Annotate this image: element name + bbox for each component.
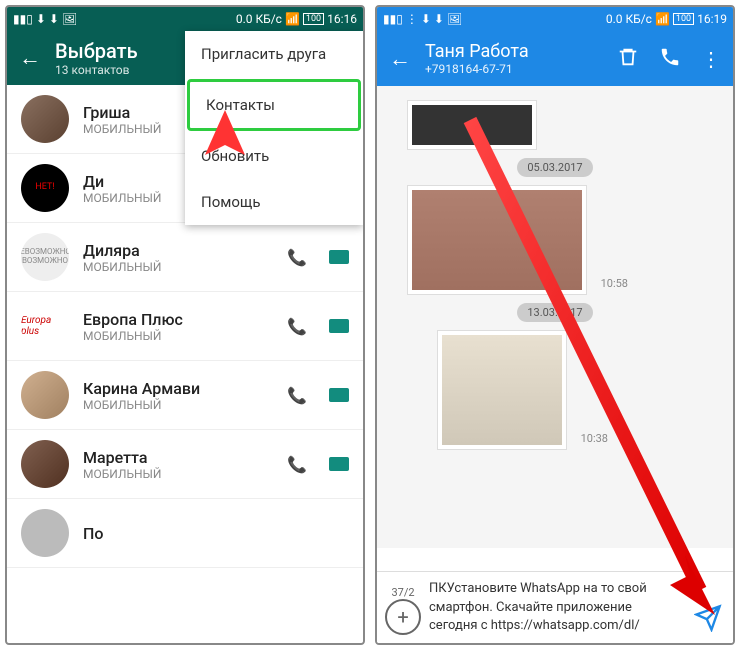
contact-type: МОБИЛЬНЫЙ (83, 467, 273, 481)
chat-body: 05.03.2017 10:58 13.03.2017 10:38 (377, 86, 733, 548)
messenger-screen: ▮▮▯ ⋮ ⬇ ⬇ 🖼 0.0 КБ/с 📶 100 16:19 ← Таня … (375, 5, 735, 645)
call-icon[interactable]: 📞 (287, 455, 307, 474)
download-icon: ⬇ (49, 12, 59, 26)
video-icon[interactable] (329, 388, 349, 402)
menu-refresh[interactable]: Обновить (185, 133, 363, 179)
contact-type: МОБИЛЬНЫЙ (83, 329, 273, 343)
menu-dots-icon[interactable]: ⋮ (701, 47, 721, 71)
contact-name: Маретта (83, 448, 273, 467)
menu-invite[interactable]: Пригласить друга (185, 31, 363, 77)
avatar (21, 95, 69, 143)
avatar (21, 440, 69, 488)
signal-icon: ▮▮▯ (383, 12, 403, 26)
attach-button[interactable]: + (385, 599, 421, 635)
call-icon[interactable]: 📞 (287, 317, 307, 336)
send-button[interactable] (691, 601, 725, 635)
message-time: 10:38 (581, 432, 608, 445)
char-count: 37/2 (385, 586, 421, 599)
net-speed: 0.0 КБ/с (606, 12, 652, 26)
menu-dots-icon: ⋮ (406, 12, 418, 26)
status-bar: ▮▮▯ ⬇ ⬇ 🖼 0.0 КБ/с 📶 100 16:16 (7, 7, 363, 31)
call-icon[interactable]: 📞 (287, 248, 307, 267)
contact-row[interactable]: Карина Армави МОБИЛЬНЫЙ 📞 (7, 361, 363, 430)
contact-row[interactable]: Маретта МОБИЛЬНЫЙ 📞 (7, 430, 363, 499)
back-icon[interactable]: ← (389, 46, 411, 72)
image-icon: 🖼 (447, 12, 462, 26)
message-input[interactable]: ПКУстановите WhatsApp на то свой смартфо… (429, 580, 683, 635)
download-icon: ⬇ (434, 12, 444, 26)
call-icon[interactable] (659, 46, 681, 72)
contact-name: Диляра (83, 241, 273, 260)
signal-icon: ▮▮▯ (13, 12, 33, 26)
download-icon: ⬇ (36, 12, 46, 26)
video-icon[interactable] (329, 457, 349, 471)
status-bar: ▮▮▯ ⋮ ⬇ ⬇ 🖼 0.0 КБ/с 📶 100 16:19 (377, 7, 733, 31)
date-separator: 13.03.2017 (517, 303, 592, 322)
avatar: НЕТ! (21, 164, 69, 212)
clock: 16:19 (697, 12, 727, 26)
menu-help[interactable]: Помощь (185, 179, 363, 225)
avatar (21, 509, 69, 557)
chat-phone: +7918164-67-71 (425, 62, 529, 76)
compose-bar: 37/2 + ПКУстановите WhatsApp на то свой … (377, 571, 733, 643)
overflow-menu: Пригласить друга Контакты Обновить Помощ… (185, 31, 363, 225)
wifi-icon: 📶 (655, 12, 670, 26)
image-message[interactable]: 10:58 (407, 185, 587, 295)
contact-type: МОБИЛЬНЫЙ (83, 260, 273, 274)
avatar (21, 371, 69, 419)
battery-icon: 100 (303, 13, 324, 25)
trash-icon[interactable] (617, 46, 639, 72)
video-icon[interactable] (329, 319, 349, 333)
chat-title: Таня Работа (425, 41, 529, 62)
contact-row[interactable]: По (7, 499, 363, 568)
contact-name: Карина Армави (83, 379, 273, 398)
whatsapp-screen: ▮▮▯ ⬇ ⬇ 🖼 0.0 КБ/с 📶 100 16:16 ← Выбрать… (5, 5, 365, 645)
video-icon[interactable] (329, 250, 349, 264)
contact-name: По (83, 524, 349, 543)
header-title: Выбрать (55, 39, 138, 63)
image-message[interactable] (407, 100, 537, 150)
clock: 16:16 (327, 12, 357, 26)
header-subtitle: 13 контактов (55, 63, 138, 77)
image-icon: 🖼 (62, 12, 77, 26)
menu-contacts[interactable]: Контакты (187, 79, 361, 131)
image-message[interactable]: 10:38 (437, 330, 567, 450)
avatar: Europa plus (21, 302, 69, 350)
net-speed: 0.0 КБ/с (236, 12, 282, 26)
back-icon[interactable]: ← (19, 45, 41, 71)
message-time: 10:58 (601, 277, 628, 290)
contact-type: МОБИЛЬНЫЙ (83, 398, 273, 412)
download-icon: ⬇ (421, 12, 431, 26)
call-icon[interactable]: 📞 (287, 386, 307, 405)
wifi-icon: 📶 (285, 12, 300, 26)
chat-header: ← Таня Работа +7918164-67-71 ⋮ (377, 31, 733, 86)
date-separator: 05.03.2017 (517, 158, 592, 177)
battery-icon: 100 (673, 13, 694, 25)
contact-row[interactable]: Europa plus Европа Плюс МОБИЛЬНЫЙ 📞 (7, 292, 363, 361)
contact-row[interactable]: НЕВОЗМОЖНОЕ ВОЗМОЖНО Диляра МОБИЛЬНЫЙ 📞 (7, 223, 363, 292)
avatar: НЕВОЗМОЖНОЕ ВОЗМОЖНО (21, 233, 69, 281)
contact-name: Европа Плюс (83, 310, 273, 329)
